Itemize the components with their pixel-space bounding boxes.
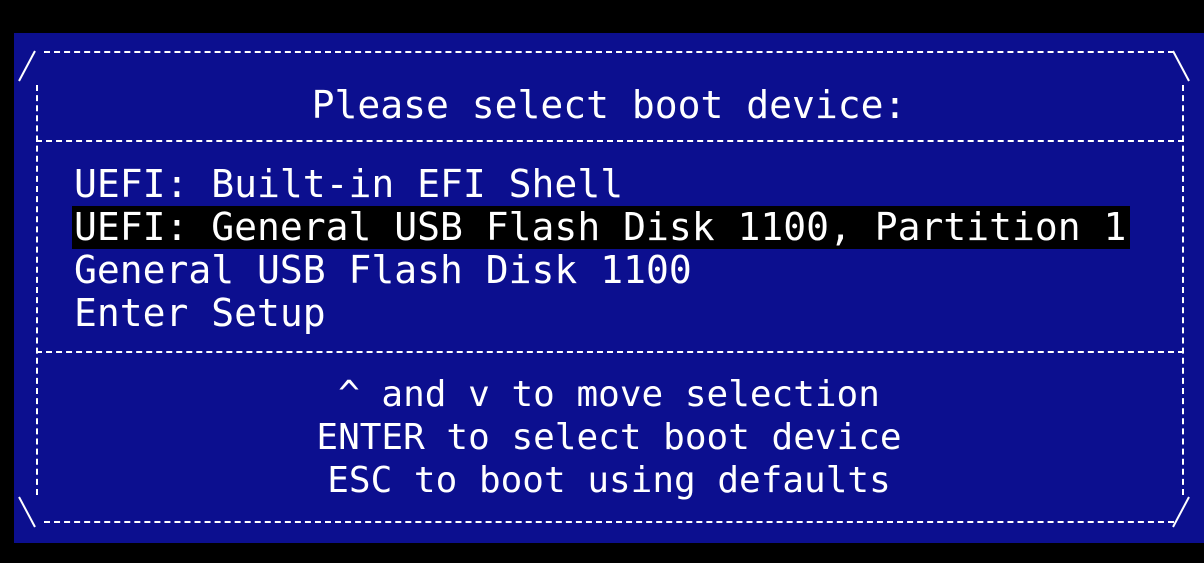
help-text: ^ and v to move selection ENTER to selec… bbox=[14, 373, 1204, 502]
help-separator bbox=[36, 351, 1184, 353]
frame-corner-top-right bbox=[1172, 50, 1190, 82]
boot-option-usb-flash-disk[interactable]: General USB Flash Disk 1100 bbox=[72, 249, 696, 292]
help-esc-defaults: ESC to boot using defaults bbox=[327, 460, 891, 501]
frame-corner-top-left bbox=[18, 50, 36, 82]
help-enter-select: ENTER to select boot device bbox=[316, 417, 902, 458]
boot-option-uefi-efi-shell[interactable]: UEFI: Built-in EFI Shell bbox=[72, 163, 627, 206]
help-move-selection: ^ and v to move selection bbox=[338, 374, 880, 415]
boot-screen: Please select boot device: UEFI: Built-i… bbox=[0, 0, 1204, 563]
boot-device-list: UEFI: Built-in EFI Shell UEFI: General U… bbox=[72, 163, 1131, 335]
boot-option-enter-setup[interactable]: Enter Setup bbox=[72, 292, 330, 335]
page-title: Please select boot device: bbox=[311, 83, 907, 127]
frame-top-border bbox=[44, 51, 1174, 53]
title-separator bbox=[36, 140, 1184, 142]
frame-bottom-border bbox=[44, 521, 1174, 523]
boot-menu-panel: Please select boot device: UEFI: Built-i… bbox=[14, 33, 1204, 543]
boot-option-uefi-usb-partition-1[interactable]: UEFI: General USB Flash Disk 1100, Parti… bbox=[72, 206, 1131, 249]
